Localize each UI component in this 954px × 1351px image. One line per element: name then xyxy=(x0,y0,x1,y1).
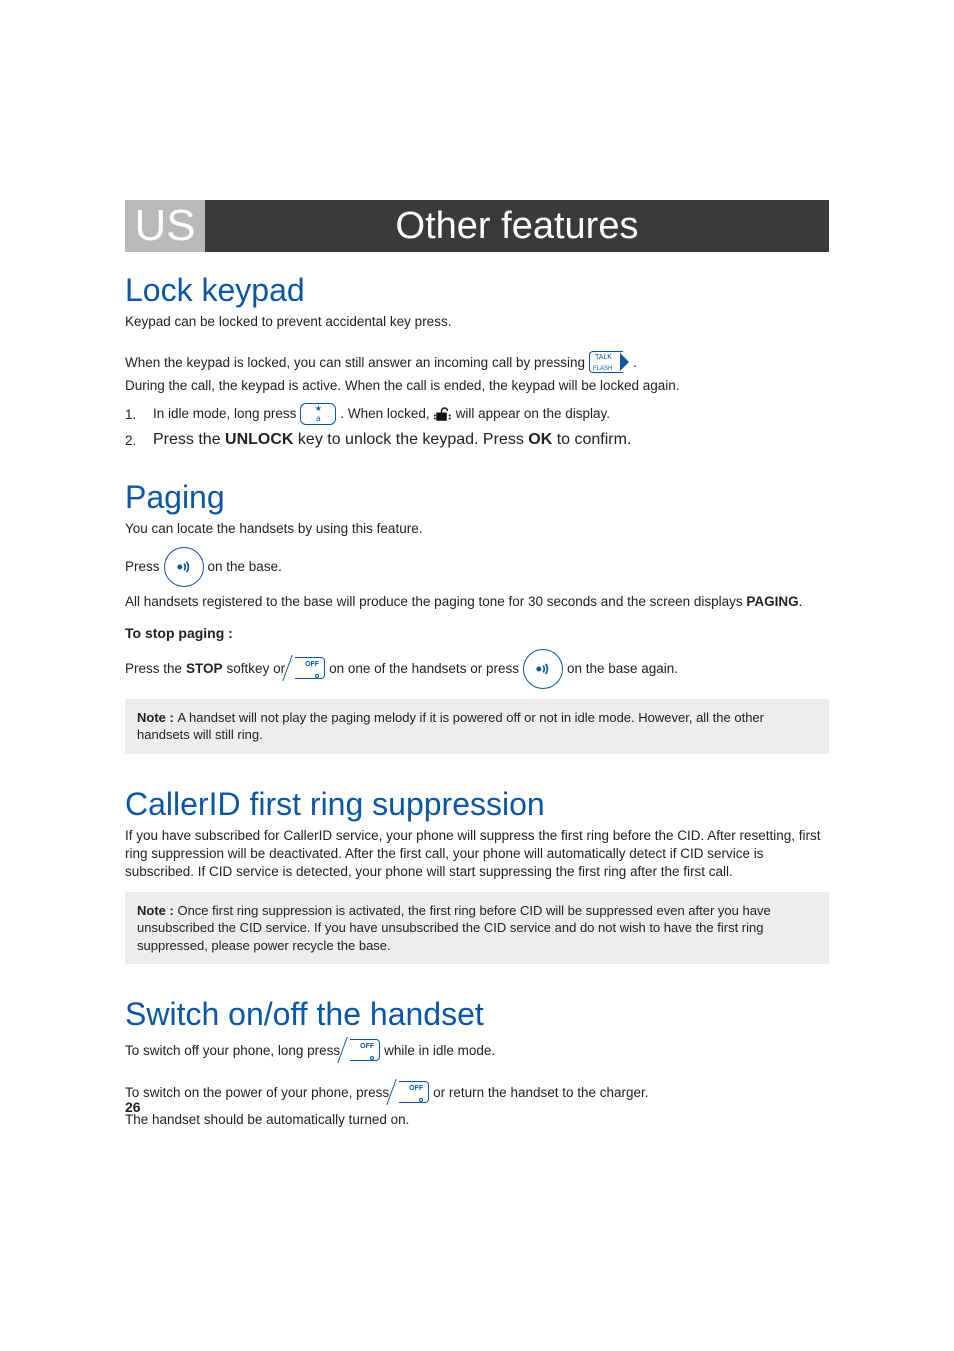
paging-result-a: All handsets registered to the base will… xyxy=(125,594,746,609)
off-label: OFF xyxy=(409,1084,423,1093)
lock-step2-a: Press the xyxy=(153,431,225,448)
paging-note: Note : A handset will not play the pagin… xyxy=(125,699,829,754)
paging-result: All handsets registered to the base will… xyxy=(125,593,829,611)
off-label: OFF xyxy=(360,1042,374,1051)
star-glyph: ★ xyxy=(315,405,322,413)
note-label: Note : xyxy=(137,903,177,918)
page-header: US Other features xyxy=(125,200,829,252)
lock-step-1: 1. In idle mode, long press ★ a . When l… xyxy=(125,403,829,425)
page-title: Other features xyxy=(205,200,829,252)
section-cid-title: CallerID first ring suppression xyxy=(125,786,829,823)
talk-label: TALK xyxy=(595,353,612,362)
section-lock-title: Lock keypad xyxy=(125,272,829,309)
page-button-icon xyxy=(164,547,204,587)
lock-step2-c: to confirm. xyxy=(552,431,631,448)
switch-on-line: To switch on the power of your phone, pr… xyxy=(125,1081,829,1105)
section-paging-title: Paging xyxy=(125,479,829,516)
off-key-icon: OFF xyxy=(344,1039,380,1063)
lock-step1-b: . When locked, xyxy=(340,405,429,423)
lock-step1-a: In idle mode, long press xyxy=(153,405,296,423)
lock-icon xyxy=(434,405,452,423)
lock-p2: During the call, the keypad is active. W… xyxy=(125,377,829,395)
note-label: Note : xyxy=(137,710,177,725)
paging-word: PAGING xyxy=(746,594,798,609)
paging-press-b: on the base. xyxy=(208,558,282,576)
paging-stop-a: Press the xyxy=(125,660,182,678)
paging-press-a: Press xyxy=(125,558,160,576)
switch-off-b: while in idle mode. xyxy=(384,1042,495,1060)
stop-word: STOP xyxy=(186,660,223,678)
paging-stop-head: To stop paging : xyxy=(125,625,829,641)
lock-step1-c: will appear on the display. xyxy=(456,405,610,423)
unlock-label: UNLOCK xyxy=(225,431,293,448)
off-label: OFF xyxy=(305,660,319,669)
switch-on-b: or return the handset to the charger. xyxy=(433,1084,648,1102)
cid-note-text: Once first ring suppression is activated… xyxy=(137,903,771,953)
lock-step2-b: key to unlock the keypad. Press xyxy=(293,431,528,448)
switch-off-a: To switch off your phone, long press xyxy=(125,1042,340,1060)
lock-p1a: When the keypad is locked, you can still… xyxy=(125,354,585,372)
paging-stop-d: on the base again. xyxy=(567,660,678,678)
paging-stop-b: softkey or xyxy=(227,660,286,678)
paging-intro: You can locate the handsets by using thi… xyxy=(125,520,829,538)
lock-intro: Keypad can be locked to prevent accident… xyxy=(125,313,829,331)
paging-press-line: Press on the base. xyxy=(125,547,829,587)
step-number: 1. xyxy=(125,407,143,422)
section-switch-title: Switch on/off the handset xyxy=(125,996,829,1033)
paging-result-b: . xyxy=(799,594,803,609)
flash-label: FLASH xyxy=(593,365,612,373)
switch-on-a: To switch on the power of your phone, pr… xyxy=(125,1084,389,1102)
cid-note: Note : Once first ring suppression is ac… xyxy=(125,892,829,965)
switch-auto: The handset should be automatically turn… xyxy=(125,1111,829,1129)
lock-press-talk-line: When the keypad is locked, you can still… xyxy=(125,351,829,375)
paging-note-text: A handset will not play the paging melod… xyxy=(137,710,764,743)
lock-p1b: . xyxy=(633,354,637,372)
lock-step-2: 2. Press the UNLOCK key to unlock the ke… xyxy=(125,431,829,449)
star-key-icon: ★ a xyxy=(300,403,336,425)
paging-stop-line: Press the STOP softkey or OFF on one of … xyxy=(125,649,829,689)
off-key-icon: OFF xyxy=(393,1081,429,1105)
off-key-icon: OFF xyxy=(289,657,325,681)
talk-flash-key-icon: TALK FLASH xyxy=(589,351,629,375)
ok-label: OK xyxy=(528,431,552,448)
language-badge: US xyxy=(125,200,205,252)
switch-off-line: To switch off your phone, long press OFF… xyxy=(125,1039,829,1063)
page-button-icon xyxy=(523,649,563,689)
paging-stop-c: on one of the handsets or press xyxy=(329,660,519,678)
step-number: 2. xyxy=(125,433,143,448)
cid-body: If you have subscribed for CallerID serv… xyxy=(125,827,829,882)
star-sub: a xyxy=(316,415,320,423)
page-number: 26 xyxy=(125,1099,141,1115)
